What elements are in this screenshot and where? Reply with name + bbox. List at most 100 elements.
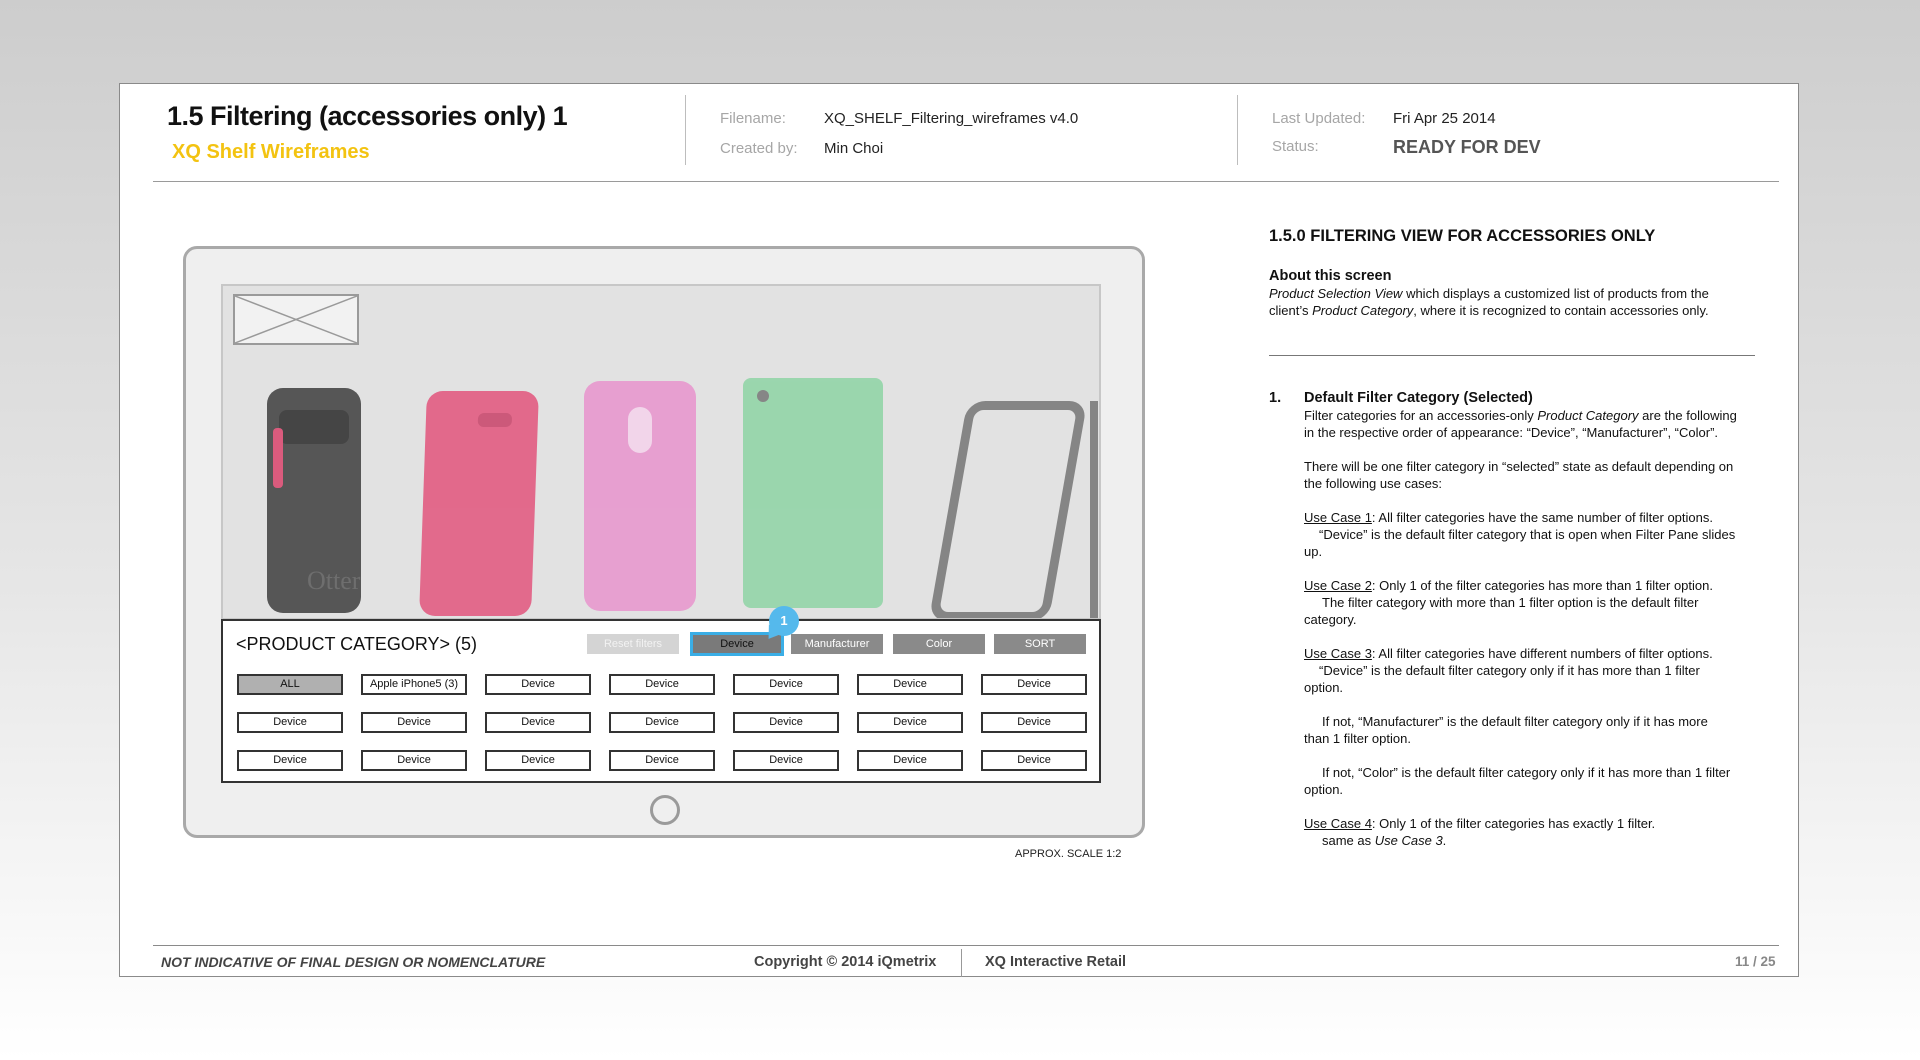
filter-option-all[interactable]: ALL (237, 674, 343, 695)
note-text: : Only 1 of the filter categories has mo… (1371, 578, 1713, 593)
filter-panel: <PRODUCT CATEGORY> (5) Reset filters Dev… (221, 619, 1101, 783)
about-heading: About this screen (1269, 268, 1392, 284)
section-title: 1.5.0 FILTERING VIEW FOR ACCESSORIES ONL… (1269, 227, 1656, 245)
status-value: READY FOR DEV (1393, 137, 1541, 157)
filter-option[interactable]: Device (237, 750, 343, 771)
use-case-4: Use Case 4: Only 1 of the filter categor… (1304, 815, 1764, 832)
note-line: There will be one filter category in “se… (1304, 459, 1734, 474)
note-line: “Device” is the default filter category … (1319, 663, 1700, 678)
note-text: Filter categories for an accessories-onl… (1304, 408, 1538, 423)
filter-option[interactable]: Device (485, 750, 591, 771)
about-text-line2: client’s Product Category, where it is r… (1269, 302, 1759, 319)
filter-option[interactable]: Device (609, 712, 715, 733)
note-line: in the respective order of appearance: “… (1304, 425, 1719, 440)
filter-option[interactable]: Device (857, 750, 963, 771)
placeholder-cross-icon (235, 296, 357, 343)
note-line: up. (1304, 544, 1323, 559)
note-text: : All filter categories have the same nu… (1371, 510, 1713, 525)
filter-option[interactable]: Device (733, 750, 839, 771)
header-divider (685, 95, 686, 165)
about-text-c: , where it is recognized to contain acce… (1413, 303, 1709, 318)
filter-option[interactable]: Device (237, 712, 343, 733)
filter-option[interactable]: Device (981, 750, 1087, 771)
use-case-label: Use Case 1 (1304, 510, 1372, 525)
color-filter-tab[interactable]: Color (893, 634, 985, 654)
filename-label: Filename: (720, 110, 786, 127)
created-by-value: Min Choi (824, 140, 884, 157)
note-line: “Device” is the default filter category … (1319, 527, 1736, 542)
about-em: Product Selection View (1269, 286, 1403, 301)
camera-cutout (757, 390, 769, 402)
annotation-badge: 1 (769, 606, 799, 636)
note-em: Product Category (1537, 408, 1639, 423)
note-line: The filter category with more than 1 fil… (1322, 595, 1699, 610)
tablet-home-button (650, 795, 680, 825)
phone-case-image (419, 391, 539, 616)
wireframe-page: 1.5 Filtering (accessories only) 1 XQ Sh… (119, 83, 1799, 977)
note-text: . (1442, 833, 1447, 848)
footer-disclaimer: NOT INDICATIVE OF FINAL DESIGN OR NOMENC… (161, 954, 546, 970)
note-em: Use Case 3 (1374, 833, 1443, 848)
filter-option[interactable]: Device (857, 712, 963, 733)
header-rule (153, 181, 1779, 182)
filter-option[interactable]: Device (485, 712, 591, 733)
phone-case-image: Otter (267, 388, 361, 613)
item-heading: Default Filter Category (Selected) (1304, 390, 1533, 406)
last-updated-value: Fri Apr 25 2014 (1393, 110, 1496, 127)
page-title: 1.5 Filtering (accessories only) 1 (167, 101, 568, 131)
note-text: are the following (1638, 408, 1737, 423)
note-line: option. (1304, 680, 1344, 695)
camera-cutout (477, 413, 513, 427)
filter-option[interactable]: Apple iPhone5 (3) (361, 674, 467, 695)
status-label: Status: (1272, 138, 1319, 155)
note-text: : Only 1 of the filter categories has ex… (1371, 816, 1656, 831)
use-case-label: Use Case 4 (1304, 816, 1372, 831)
filter-option[interactable]: Device (361, 712, 467, 733)
image-placeholder (233, 294, 359, 345)
filter-option[interactable]: Device (485, 674, 591, 695)
footer-copyright: Copyright © 2014 iQmetrix (754, 954, 937, 970)
note-line: Filter categories for an accessories-onl… (1304, 407, 1764, 424)
manufacturer-filter-tab[interactable]: Manufacturer (791, 634, 883, 654)
about-text-b: client’s (1269, 303, 1313, 318)
item-number: 1. (1269, 390, 1282, 406)
about-em2: Product Category (1312, 303, 1414, 318)
use-case-3: Use Case 3: All filter categories have d… (1304, 645, 1764, 662)
filter-option[interactable]: Device (609, 674, 715, 695)
header-divider (1237, 95, 1238, 165)
camera-cutout (628, 407, 652, 453)
note-text: : All filter categories have different n… (1371, 646, 1713, 661)
created-by-label: Created by: (720, 140, 798, 157)
sort-button[interactable]: SORT (994, 634, 1086, 654)
product-category-title: <PRODUCT CATEGORY> (5) (236, 634, 478, 654)
note-line: If not, “Color” is the default filter ca… (1322, 765, 1731, 780)
about-text-a: which displays a customized list of prod… (1402, 286, 1709, 301)
note-line: option. (1304, 782, 1344, 797)
filter-option[interactable]: Device (733, 674, 839, 695)
side-button (273, 428, 283, 488)
use-case-2: Use Case 2: Only 1 of the filter categor… (1304, 577, 1764, 594)
note-line: the following use cases: (1304, 476, 1443, 491)
section-rule (1269, 355, 1755, 356)
bumper-case-image (928, 401, 1088, 618)
project-subtitle: XQ Shelf Wireframes (172, 141, 370, 163)
filter-option[interactable]: Device (981, 712, 1087, 733)
reset-filters-button[interactable]: Reset filters (587, 634, 679, 654)
filter-option[interactable]: Device (361, 750, 467, 771)
filter-option[interactable]: Device (981, 674, 1087, 695)
phone-case-image (743, 378, 883, 608)
note-line: category. (1304, 612, 1357, 627)
filter-option[interactable]: Device (857, 674, 963, 695)
filter-option[interactable]: Device (733, 712, 839, 733)
bumper-edge (1090, 401, 1098, 618)
case-logo-text: Otter (307, 566, 361, 595)
footer-rule (153, 945, 1779, 946)
footer-divider (961, 949, 962, 977)
note-line: same as Use Case 3. (1304, 832, 1764, 849)
note-line: than 1 filter option. (1304, 731, 1411, 746)
scale-note: APPROX. SCALE 1:2 (1015, 848, 1122, 860)
filter-option[interactable]: Device (609, 750, 715, 771)
filename-value: XQ_SHELF_Filtering_wireframes v4.0 (824, 110, 1079, 127)
camera-cutout (279, 410, 349, 444)
note-text: same as (1322, 833, 1375, 848)
